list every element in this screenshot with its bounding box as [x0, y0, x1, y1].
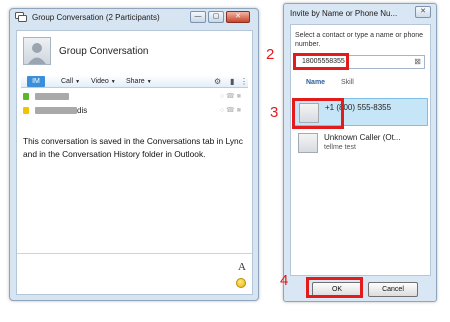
- avatar: [23, 37, 51, 65]
- cancel-button[interactable]: Cancel: [368, 282, 418, 297]
- chevron-down-icon: ▼: [75, 79, 81, 85]
- redacted-name: [35, 93, 69, 101]
- column-skill[interactable]: Skill: [341, 79, 354, 86]
- font-format-button[interactable]: A: [238, 261, 246, 273]
- close-button[interactable]: ✕: [226, 11, 250, 23]
- step-3-label: 3: [270, 104, 279, 121]
- video-label: Video: [91, 78, 109, 85]
- redacted-name: [35, 107, 77, 115]
- chevron-down-icon: ▼: [146, 79, 152, 85]
- video-menu[interactable]: Video ▼: [91, 76, 116, 88]
- conversation-icon: [15, 12, 27, 22]
- people-options-icon[interactable]: ⚙: [214, 75, 221, 88]
- im-tab[interactable]: IM: [27, 76, 45, 87]
- participant-actions-icon[interactable]: ○☎■: [220, 92, 243, 100]
- instruction-text: Select a contact or type a name or phone…: [295, 32, 424, 48]
- conversation-title: Group Conversation: [59, 46, 149, 57]
- result-detail: tellme test: [324, 144, 356, 151]
- clear-search-icon[interactable]: ⊠: [414, 57, 421, 66]
- participant-actions-icon[interactable]: ○☎■: [220, 106, 243, 114]
- close-button[interactable]: ✕: [415, 6, 431, 18]
- conversation-pane: Group Conversation IM Call ▼ Video ▼ Share…: [16, 30, 253, 295]
- presence-available-icon: [23, 93, 29, 100]
- dialog-title: Invite by Name or Phone Nu...: [290, 9, 398, 18]
- emoticon-icon[interactable]: [236, 278, 246, 288]
- person-silhouette-icon: [28, 43, 46, 64]
- results-header: Name Skill: [295, 78, 427, 90]
- step-2-highlight: [293, 53, 349, 70]
- chevron-down-icon: ▼: [110, 79, 116, 85]
- message-compose-area[interactable]: A: [17, 253, 252, 294]
- call-label: Call: [61, 78, 74, 85]
- share-label: Share: [126, 78, 145, 85]
- maximize-button[interactable]: ▢: [208, 11, 224, 23]
- participant-name-suffix: dis: [77, 106, 88, 115]
- more-options-icon[interactable]: ⋮: [240, 75, 248, 88]
- invite-dialog: Invite by Name or Phone Nu... ✕ Select a…: [283, 3, 437, 302]
- conversation-saved-notice: This conversation is saved in the Conver…: [23, 136, 243, 159]
- presence-away-icon: [23, 107, 29, 114]
- step-4-label: 4: [280, 272, 289, 289]
- title-bar: Group Conversation (2 Participants) — ▢ …: [10, 9, 258, 27]
- participant-row[interactable]: ○☎■: [23, 91, 247, 103]
- column-name[interactable]: Name: [306, 79, 325, 86]
- minimize-button[interactable]: —: [190, 11, 206, 23]
- participant-name: dis: [35, 105, 87, 116]
- share-menu[interactable]: Share ▼: [126, 76, 152, 88]
- step-3-highlight: [292, 98, 344, 129]
- result-row[interactable]: Unknown Caller (Ot... tellme test: [294, 129, 428, 157]
- participant-row[interactable]: dis ○☎■: [23, 105, 247, 117]
- participant-name: [35, 91, 69, 102]
- call-menu[interactable]: Call ▼: [61, 76, 80, 88]
- conversation-header: Group Conversation: [17, 31, 252, 73]
- group-conversation-window: Group Conversation (2 Participants) — ▢ …: [9, 8, 259, 301]
- conversation-toolbar: IM Call ▼ Video ▼ Share ▼ ⚙ ▮ ⋮: [21, 75, 248, 88]
- step-2-label: 2: [266, 46, 275, 63]
- step-4-highlight: [306, 277, 363, 298]
- contact-card-icon: [298, 133, 318, 153]
- attach-icon[interactable]: ▮: [230, 75, 234, 88]
- window-title: Group Conversation (2 Participants): [32, 13, 160, 22]
- result-name: Unknown Caller (Ot...: [324, 133, 401, 142]
